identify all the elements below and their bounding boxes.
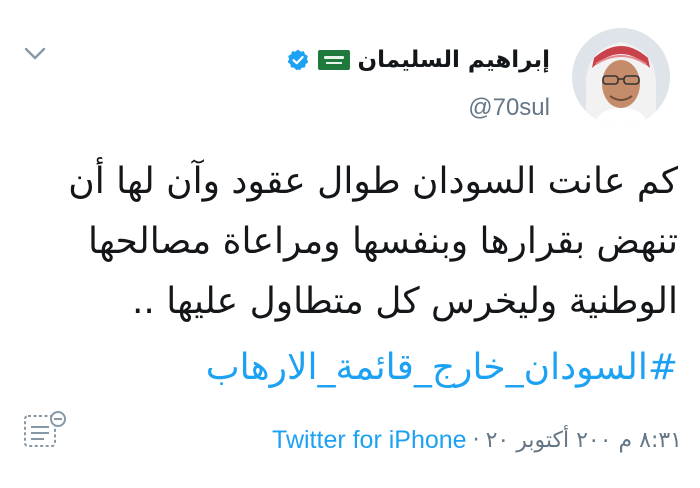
tweet-card[interactable]: إبراهيم السليمان @70sul كم عانت السودان …: [0, 0, 700, 488]
tweet-datetime[interactable]: ٨:٣١ م ٢٠٠ أكتوبر ٢٠: [486, 428, 682, 453]
source-link[interactable]: Twitter for iPhone: [272, 426, 467, 455]
verified-badge-icon: [287, 49, 308, 71]
tweet-text: كم عانت السودان طوال عقود وآن لها أن تنه…: [68, 161, 678, 322]
saudi-flag-icon: [317, 50, 350, 70]
hashtag-link[interactable]: #السودان_خارج_قائمة_الارهاب: [206, 338, 678, 398]
user-header: إبراهيم السليمان: [286, 44, 550, 76]
display-name[interactable]: إبراهيم السليمان: [358, 48, 550, 72]
tweet-meta: Twitter for iPhone · ٨:٣١ م ٢٠٠ أكتوبر ٢…: [272, 426, 682, 455]
user-handle[interactable]: @70sul: [468, 94, 550, 122]
meta-separator: ·: [472, 428, 480, 453]
avatar[interactable]: [572, 28, 670, 126]
chevron-down-icon[interactable]: [24, 46, 46, 62]
thread-icon[interactable]: [22, 410, 68, 450]
